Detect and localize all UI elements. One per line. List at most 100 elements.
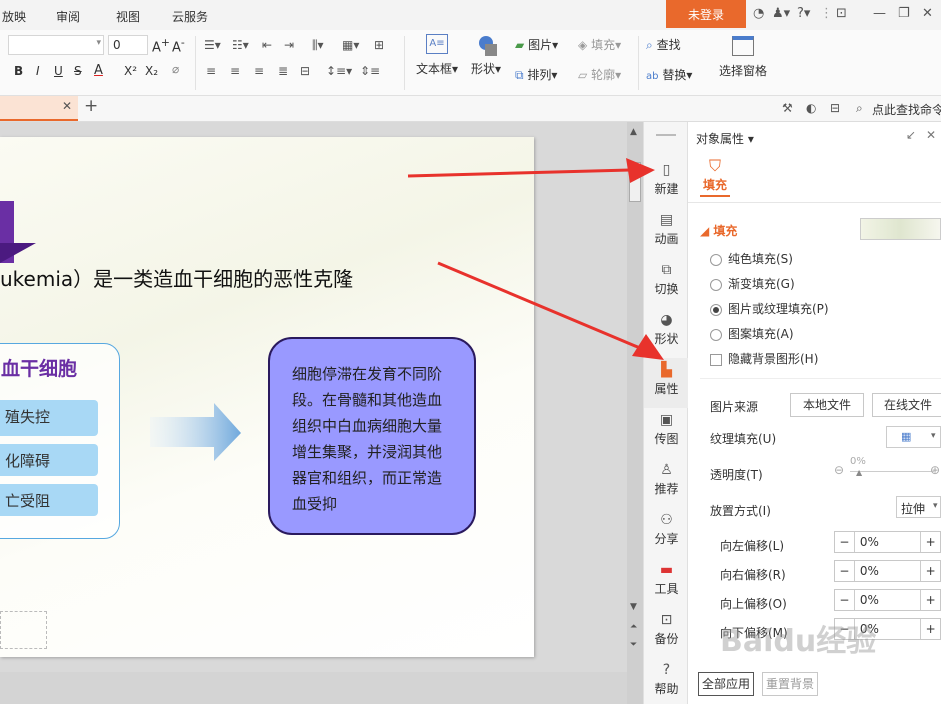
font-size-select[interactable]: 0 [108, 35, 148, 55]
plus-icon[interactable]: + [920, 532, 940, 552]
distribute-icon[interactable]: ⊟ [300, 64, 310, 78]
next-slide-icon[interactable]: ⏷ [630, 640, 637, 650]
menu-cloud[interactable]: 云服务 [172, 8, 208, 25]
apply-all-button[interactable]: 全部应用 [698, 672, 754, 696]
find-button[interactable]: ⌕ 查找 [646, 36, 681, 53]
login-button[interactable]: 未登录 [666, 0, 746, 28]
local-file-button[interactable]: 本地文件 [790, 393, 864, 417]
replace-button[interactable]: ab 替换▾ [646, 66, 692, 83]
transparency-slider[interactable]: ⊖ 0% ▲ ⊕ [834, 456, 941, 482]
offset-right-value[interactable]: 0% [855, 561, 920, 581]
scroll-up-icon[interactable]: ▲ [630, 128, 640, 137]
para-spacing-icon[interactable]: ⇕≡ [360, 64, 380, 78]
menu-review[interactable]: 审阅 [56, 8, 80, 25]
sidebar-item-transition[interactable]: ⧉ 切换 [644, 258, 689, 308]
plus-icon[interactable]: ⊕ [930, 463, 940, 477]
radio-solid-fill[interactable]: 纯色填充(S) [710, 250, 793, 267]
sidebar-item-new[interactable]: ▯ 新建 [644, 158, 689, 208]
new-tab-icon[interactable]: + [84, 96, 98, 116]
clear-format-icon[interactable]: ⌀ [172, 62, 179, 76]
italic-icon[interactable]: I [36, 64, 40, 78]
menu-view[interactable]: 视图 [116, 8, 140, 25]
tool-icon-c[interactable]: ⊟ [830, 101, 840, 115]
command-search[interactable]: 点此查找命令 [872, 101, 941, 118]
sidebar-item-backup[interactable]: ⊡ 备份 [644, 608, 689, 658]
scroll-thumb[interactable] [629, 162, 641, 202]
prev-slide-icon[interactable]: ⏶ [630, 622, 637, 632]
bullet-list-icon[interactable]: ☰▾ [204, 38, 221, 52]
minus-icon[interactable]: − [835, 532, 855, 552]
description-box[interactable]: 细胞停滞在发育不同阶段。在骨髓和其他造血组织中白血病细胞大量增生集聚，并浸润其他… [268, 337, 476, 535]
restore-icon[interactable]: ⊡ [836, 6, 847, 21]
minus-icon[interactable]: − [835, 590, 855, 610]
fill-preview[interactable] [860, 218, 941, 240]
superscript-icon[interactable]: X² [124, 64, 137, 78]
offset-left-value[interactable]: 0% [855, 532, 920, 552]
minus-icon[interactable]: − [835, 561, 855, 581]
vertical-scrollbar[interactable]: ▲ ▼ ⏶ ⏷ [627, 122, 643, 704]
sidebar-item-animation[interactable]: ▤ 动画 [644, 208, 689, 258]
strikethrough-icon[interactable]: S [74, 64, 82, 78]
scroll-down-icon[interactable]: ▼ [630, 602, 637, 612]
align-center-icon[interactable]: ≡ [230, 64, 240, 78]
tab-fill[interactable]: ⛉ 填充 [700, 156, 730, 197]
tool-icon-b[interactable]: ◐ [806, 101, 816, 115]
radio-gradient-fill[interactable]: 渐变填充(G) [710, 275, 795, 292]
sidebar-item-properties[interactable]: ▙ 属性 [644, 358, 689, 408]
help-icon[interactable]: ?▾ [797, 6, 810, 21]
fill-button[interactable]: ◈ 填充▾ [578, 36, 621, 53]
radio-picture-fill[interactable]: 图片或纹理填充(P) [710, 300, 829, 317]
picture-button[interactable]: ▰ 图片▾ [515, 36, 558, 53]
offset-up-stepper[interactable]: −0% + [834, 589, 941, 611]
offset-left-stepper[interactable]: −0% + [834, 531, 941, 553]
fill-section-toggle[interactable]: ◢ 填充 [700, 222, 737, 239]
shape-button[interactable]: 形状▾ [466, 34, 506, 77]
left-box[interactable]: 血干细胞 殖失控 化障碍 亡受阻 [0, 343, 120, 539]
close-window-icon[interactable]: ✕ [922, 6, 933, 21]
sidebar-item-tools[interactable]: ▬ 工具 [644, 558, 689, 608]
reset-background-button[interactable]: 重置背景 [762, 672, 818, 696]
menu-slideshow[interactable]: 放映 [2, 8, 26, 25]
plus-icon[interactable]: + [920, 619, 940, 639]
select-pane-button[interactable]: 选择窗格 [712, 34, 774, 79]
slider-thumb[interactable]: ▲ [856, 468, 862, 477]
outdent-icon[interactable]: ⇥ [284, 38, 294, 52]
plus-icon[interactable]: + [920, 590, 940, 610]
textbox-button[interactable]: A≡ 文本框▾ [414, 34, 460, 77]
undock-icon[interactable]: ↙ [906, 128, 916, 142]
online-file-button[interactable]: 在线文件 [872, 393, 941, 417]
close-tab-icon[interactable]: ✕ [62, 99, 72, 113]
numbered-list-icon[interactable]: ☷▾ [232, 38, 249, 52]
placeholder-box[interactable] [0, 611, 47, 649]
plus-icon[interactable]: + [920, 561, 940, 581]
tool-icon-a[interactable]: ⚒ [782, 101, 793, 115]
sidebar-item-upload[interactable]: ▣ 传图 [644, 408, 689, 458]
maximize-icon[interactable]: ❐ [898, 6, 910, 21]
placement-select[interactable]: 拉伸 ▾ [896, 496, 941, 518]
close-panel-icon[interactable]: ✕ [926, 128, 936, 142]
columns-icon[interactable]: ▦▾ [342, 38, 359, 52]
align-text-icon[interactable]: ⊞ [374, 38, 384, 52]
skin-icon[interactable]: ◔ [753, 6, 764, 21]
hide-bg-checkbox[interactable]: 隐藏背景图形(H) [710, 350, 818, 367]
texture-select[interactable]: ▦ ▾ [886, 426, 941, 448]
font-color-icon[interactable]: A [94, 63, 103, 78]
arrange-button[interactable]: ⧉ 排列▾ [515, 66, 557, 83]
align-right-icon[interactable]: ≡ [254, 64, 264, 78]
sidebar-item-shape[interactable]: ◕ 形状 [644, 308, 689, 358]
underline-icon[interactable]: U [54, 64, 63, 78]
subscript-icon[interactable]: X₂ [145, 64, 158, 78]
offset-right-stepper[interactable]: −0% + [834, 560, 941, 582]
font-name-select[interactable]: ▾ [8, 35, 104, 55]
minimize-icon[interactable]: — [873, 6, 886, 21]
line-spacing-icon[interactable]: ↕≡▾ [326, 64, 352, 78]
shirt-icon[interactable]: ♟▾ [772, 6, 790, 21]
bold-icon[interactable]: B [14, 64, 23, 78]
radio-pattern-fill[interactable]: 图案填充(A) [710, 325, 794, 342]
text-direction-icon[interactable]: ⫼▾ [312, 38, 324, 53]
align-left-icon[interactable]: ≡ [206, 64, 216, 78]
sidebar-item-help[interactable]: ? 帮助 [644, 658, 689, 708]
panel-title[interactable]: 对象属性 ▾ [696, 130, 754, 147]
minus-icon[interactable]: ⊖ [834, 463, 844, 477]
outline-button[interactable]: ▱ 轮廓▾ [578, 66, 621, 83]
